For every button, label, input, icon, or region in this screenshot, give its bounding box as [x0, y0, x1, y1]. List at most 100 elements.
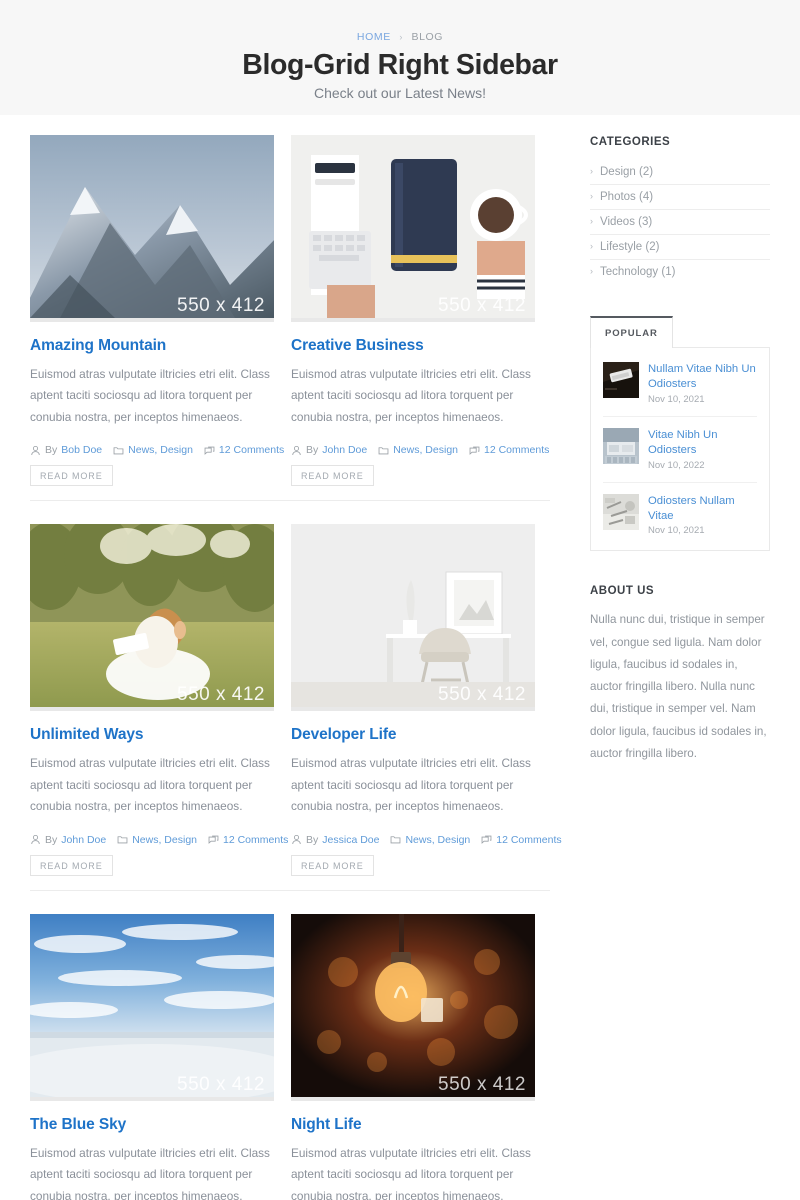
post-thumbnail-link[interactable]: 550 x 412: [2, 913, 302, 1104]
post-card: 550 x 412 Night Life Euismod atras vulpu…: [291, 913, 535, 1200]
folder-icon: [378, 445, 389, 456]
post-meta: By John Doe News, Design 12 Comments: [291, 444, 549, 456]
post-excerpt: Euismod atras vulputate iltricies etri e…: [291, 367, 531, 424]
category-link-design[interactable]: › Design (2): [590, 160, 770, 184]
category-link-photos[interactable]: › Photos (4): [590, 185, 770, 209]
category-link-videos[interactable]: › Videos (3): [590, 210, 770, 234]
read-more-button[interactable]: READ MORE: [30, 465, 113, 487]
post-card: 550 x 412 Unlimited Ways Euismod atras v…: [18, 512, 288, 876]
popular-post-link[interactable]: Vitae Nibh Un Odiosters: [648, 428, 757, 458]
meta-comments: 12 Comments: [208, 834, 288, 846]
post-meta: By Jessica Doe News, Design 12 Comments: [291, 833, 562, 846]
post-title-link[interactable]: Night Life: [291, 1116, 535, 1134]
post-thumbnail-link[interactable]: 550 x 412: [291, 524, 535, 712]
tools-thumb-photo: [603, 493, 639, 530]
post-excerpt: Euismod atras vulputate iltricies etri e…: [30, 756, 270, 814]
meta-categories: News, Design: [390, 834, 470, 846]
widget-about-us: ABOUT US Nulla nunc dui, tristique in se…: [590, 585, 770, 765]
post-excerpt: Euismod atras vulputate iltricies etri e…: [30, 367, 270, 424]
page-header: HOME › BLOG Blog-Grid Right Sidebar Chec…: [0, 0, 800, 115]
page-subtitle: Check out our Latest News!: [314, 84, 486, 101]
meta-categories: News, Design: [113, 444, 193, 456]
post-title-link[interactable]: Developer Life: [291, 726, 535, 744]
category-label: Technology (1): [600, 266, 676, 278]
popular-post-date: Nov 10, 2021: [648, 393, 705, 405]
meta-category-link[interactable]: News, Design: [393, 444, 458, 456]
category-list: › Design (2) › Photos (4) › Videos (3) ›…: [590, 160, 770, 284]
meta-category-link[interactable]: News, Design: [132, 834, 197, 846]
popular-post-link[interactable]: Nullam Vitae Nibh Un Odiosters: [648, 362, 757, 392]
user-icon: [291, 445, 302, 456]
folder-icon: [117, 834, 128, 845]
post-row: 550 x 412 The Blue Sky Euismod atras vul…: [2, 913, 550, 1200]
category-link-technology[interactable]: › Technology (1): [590, 260, 770, 284]
read-more-button[interactable]: READ MORE: [30, 854, 113, 876]
popular-thumbnail[interactable]: [603, 362, 639, 398]
post-thumbnail-link[interactable]: 550 x 412: [20, 135, 284, 322]
meta-comments-link[interactable]: 12 Comments: [223, 834, 288, 846]
category-label: Videos (3): [600, 216, 653, 228]
popular-post-link[interactable]: Odiosters Nullam Vitae: [648, 494, 757, 524]
meta-author-link[interactable]: Bob Doe: [61, 444, 102, 456]
chevron-right-icon: ›: [590, 191, 593, 201]
breadcrumb-home-link[interactable]: HOME: [357, 31, 391, 43]
meta-category-link[interactable]: News, Design: [405, 834, 470, 846]
meta-by-label: By: [306, 833, 319, 846]
popular-post-date: Nov 10, 2021: [648, 525, 705, 537]
image-size-label: 550 x 412: [438, 295, 526, 316]
post-thumbnail-link[interactable]: 550 x 412: [291, 135, 535, 322]
meta-author-link[interactable]: John Doe: [61, 834, 106, 846]
meta-by-label: By: [306, 444, 319, 457]
post-title-link[interactable]: Unlimited Ways: [30, 726, 274, 744]
meta-author: By John Doe: [291, 444, 367, 456]
category-link-lifestyle[interactable]: › Lifestyle (2): [590, 235, 770, 259]
read-more-button[interactable]: READ MORE: [291, 465, 374, 487]
post-card: 550 x 412 Creative Business Euismod atra…: [291, 135, 549, 487]
comments-icon: [208, 834, 219, 845]
meta-categories: News, Design: [378, 444, 458, 456]
post-title-link[interactable]: The Blue Sky: [30, 1116, 274, 1134]
post-excerpt: Euismod atras vulputate iltricies etri e…: [291, 1145, 531, 1200]
user-icon: [30, 445, 41, 456]
widget-popular: POPULAR Nullam Vitae Nibh Un Odiosters N…: [590, 316, 770, 552]
post-row: 550 x 412 Unlimited Ways Euismod atras v…: [18, 512, 562, 891]
meta-comments-link[interactable]: 12 Comments: [496, 834, 561, 846]
meta-author-link[interactable]: John Doe: [322, 444, 367, 456]
popular-item-text: Nullam Vitae Nibh Un Odiosters Nov 10, 2…: [648, 362, 757, 405]
list-item: › Videos (3): [590, 210, 770, 235]
meta-comments: 12 Comments: [469, 444, 549, 456]
image-size-label: 550 x 412: [177, 684, 265, 706]
post-thumbnail-link[interactable]: 550 x 412: [291, 913, 535, 1101]
popular-post-date: Nov 10, 2022: [648, 459, 705, 471]
category-label: Photos (4): [600, 191, 654, 203]
popular-tab-body: Nullam Vitae Nibh Un Odiosters Nov 10, 2…: [590, 347, 770, 552]
popular-tab-header: POPULAR: [590, 316, 770, 348]
popular-thumbnail[interactable]: [603, 493, 639, 530]
read-more-button[interactable]: READ MORE: [291, 854, 374, 876]
meta-by-label: By: [45, 833, 58, 846]
list-item: Vitae Nibh Un Odiosters Nov 10, 2022: [603, 427, 757, 483]
post-title-link[interactable]: Amazing Mountain: [30, 337, 274, 355]
image-size-label: 550 x 412: [177, 1074, 265, 1095]
comments-icon: [204, 445, 215, 456]
meta-author-link[interactable]: Jessica Doe: [322, 834, 379, 846]
desk-hands-thumb-photo: [603, 427, 639, 464]
tab-popular[interactable]: POPULAR: [590, 316, 673, 348]
meta-comments-link[interactable]: 12 Comments: [484, 444, 549, 456]
meta-comments-link[interactable]: 12 Comments: [219, 444, 284, 456]
post-title-link[interactable]: Creative Business: [291, 337, 535, 355]
post-meta: By John Doe News, Design 12 Comments: [30, 833, 288, 846]
popular-thumbnail[interactable]: [603, 427, 639, 464]
breadcrumb: HOME › BLOG: [0, 31, 800, 43]
folder-icon: [390, 834, 401, 845]
post-excerpt: Euismod atras vulputate iltricies etri e…: [291, 756, 531, 814]
chevron-right-icon: ›: [590, 266, 593, 276]
comments-icon: [481, 834, 492, 845]
widget-categories: CATEGORIES › Design (2) › Photos (4) › V…: [590, 136, 770, 284]
post-thumbnail-link[interactable]: 550 x 412: [18, 512, 287, 712]
sidebar: CATEGORIES › Design (2) › Photos (4) › V…: [590, 135, 770, 765]
post-card: 550 x 412 The Blue Sky Euismod atras vul…: [2, 913, 302, 1200]
meta-category-link[interactable]: News, Design: [128, 444, 193, 456]
list-item: › Technology (1): [590, 260, 770, 284]
post-meta: By Bob Doe News, Design 12 Comments: [30, 444, 284, 456]
